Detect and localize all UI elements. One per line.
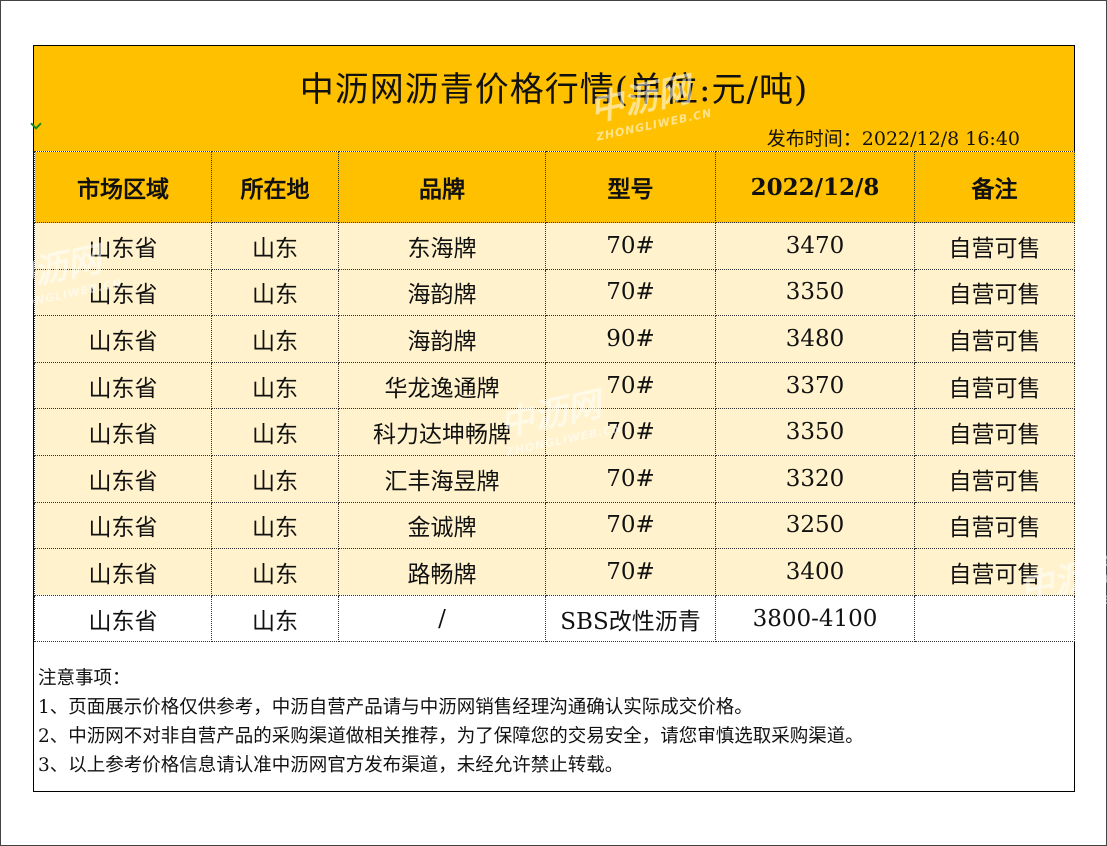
- cell-location: 山东: [211, 454, 339, 503]
- title-band: 中沥网沥青价格行情(单位:元/吨) 发布时间：2022/12/8 16:40: [30, 46, 1074, 151]
- cell-brand: 科力达坤畅牌: [338, 408, 546, 456]
- table-header-row: 市场区域 所在地 品牌 型号 2022/12/8 备注: [34, 151, 1075, 223]
- table-row: 山东省 山东 海韵牌 90# 3480 自营可售: [34, 315, 1075, 363]
- cell-note: 自营可售: [914, 548, 1075, 596]
- cell-note: 自营可售: [914, 222, 1075, 270]
- cell-region: 山东省: [34, 454, 212, 503]
- cell-brand: 海韵牌: [338, 268, 546, 317]
- cell-note: 自营可售: [914, 408, 1075, 456]
- cell-model: 70#: [545, 222, 716, 270]
- cell-price: 3320: [715, 454, 915, 503]
- cell-price: 3470: [715, 222, 915, 270]
- note-item: 1、页面展示价格仅供参考，中沥自营产品请与中沥网销售经理沟通确认实际成交价格。: [38, 697, 753, 718]
- cell-brand: 路畅牌: [338, 548, 546, 596]
- cell-model: 90#: [545, 315, 716, 363]
- table-row: 山东省 山东 科力达坤畅牌 70# 3350 自营可售: [34, 408, 1075, 456]
- header-region: 市场区域: [34, 151, 212, 223]
- cell-region: 山东省: [34, 501, 212, 550]
- cell-model: 70#: [545, 361, 716, 410]
- table-row: 山东省 山东 / SBS改性沥青 3800-4100: [34, 594, 1075, 643]
- cell-brand: 华龙逸通牌: [338, 361, 546, 410]
- cell-note: 自营可售: [914, 315, 1075, 363]
- sheet-title: 中沥网沥青价格行情(单位:元/吨): [299, 70, 809, 110]
- cell-model: 70#: [545, 268, 716, 317]
- cell-region: 山东省: [34, 594, 212, 643]
- cell-brand: 海韵牌: [338, 315, 546, 363]
- cell-brand: 东海牌: [338, 222, 546, 270]
- cell-location: 山东: [211, 408, 339, 456]
- header-brand: 品牌: [338, 151, 546, 223]
- cell-location: 山东: [211, 361, 339, 410]
- cell-price: 3350: [715, 268, 915, 317]
- cell-region: 山东省: [34, 408, 212, 456]
- cell-location: 山东: [211, 315, 339, 363]
- header-model: 型号: [545, 151, 716, 223]
- cell-note: 自营可售: [914, 361, 1075, 410]
- notes-section: 注意事项： 1、页面展示价格仅供参考，中沥自营产品请与中沥网销售经理沟通确认实际…: [38, 664, 864, 780]
- cell-note: 自营可售: [914, 501, 1075, 550]
- cell-region: 山东省: [34, 268, 212, 317]
- cell-note: 自营可售: [914, 268, 1075, 317]
- cell-location: 山东: [211, 548, 339, 596]
- table-row: 山东省 山东 路畅牌 70# 3400 自营可售: [34, 548, 1075, 596]
- cell-note: 自营可售: [914, 454, 1075, 503]
- cell-location: 山东: [211, 594, 339, 643]
- table-row: 山东省 山东 海韵牌 70# 3350 自营可售: [34, 268, 1075, 317]
- table-row: 山东省 山东 东海牌 70# 3470 自营可售: [34, 222, 1075, 270]
- cell-region: 山东省: [34, 315, 212, 363]
- cell-region: 山东省: [34, 222, 212, 270]
- cell-model: 70#: [545, 501, 716, 550]
- cell-model: 70#: [545, 548, 716, 596]
- cell-price: 3350: [715, 408, 915, 456]
- cell-price: 3800-4100: [715, 594, 915, 643]
- cell-price: 3480: [715, 315, 915, 363]
- note-item: 2、中沥网不对非自营产品的采购渠道做相关推荐，为了保障您的交易安全，请您审慎选取…: [38, 726, 864, 747]
- cell-price: 3250: [715, 501, 915, 550]
- cell-model: 70#: [545, 454, 716, 503]
- cell-location: 山东: [211, 222, 339, 270]
- cell-price: 3370: [715, 361, 915, 410]
- cell-price: 3400: [715, 548, 915, 596]
- cell-location: 山东: [211, 268, 339, 317]
- price-sheet: 中沥网沥青价格行情(单位:元/吨) 发布时间：2022/12/8 16:40 市…: [30, 45, 1075, 792]
- table-row: 山东省 山东 金诚牌 70# 3250 自营可售: [34, 501, 1075, 550]
- cell-model: 70#: [545, 408, 716, 456]
- cell-region: 山东省: [34, 548, 212, 596]
- cell-brand: 汇丰海昱牌: [338, 454, 546, 503]
- table-row: 山东省 山东 汇丰海昱牌 70# 3320 自营可售: [34, 454, 1075, 503]
- cell-marker-icon: [30, 118, 42, 130]
- note-item: 3、以上参考价格信息请认准中沥网官方发布渠道，未经允许禁止转载。: [38, 755, 624, 776]
- header-note: 备注: [914, 151, 1075, 223]
- table-row: 山东省 山东 华龙逸通牌 70# 3370 自营可售: [34, 361, 1075, 410]
- header-date: 2022/12/8: [715, 151, 915, 223]
- cell-brand: /: [338, 594, 546, 643]
- cell-note: [914, 594, 1075, 643]
- cell-brand: 金诚牌: [338, 501, 546, 550]
- cell-model: SBS改性沥青: [545, 594, 716, 643]
- notes-heading: 注意事项：: [38, 668, 131, 689]
- publish-time: 发布时间：2022/12/8 16:40: [766, 128, 1020, 150]
- price-table: 市场区域 所在地 品牌 型号 2022/12/8 备注 山东省 山东 东海牌 7…: [34, 151, 1075, 643]
- header-location: 所在地: [211, 151, 339, 223]
- cell-location: 山东: [211, 501, 339, 550]
- cell-region: 山东省: [34, 361, 212, 410]
